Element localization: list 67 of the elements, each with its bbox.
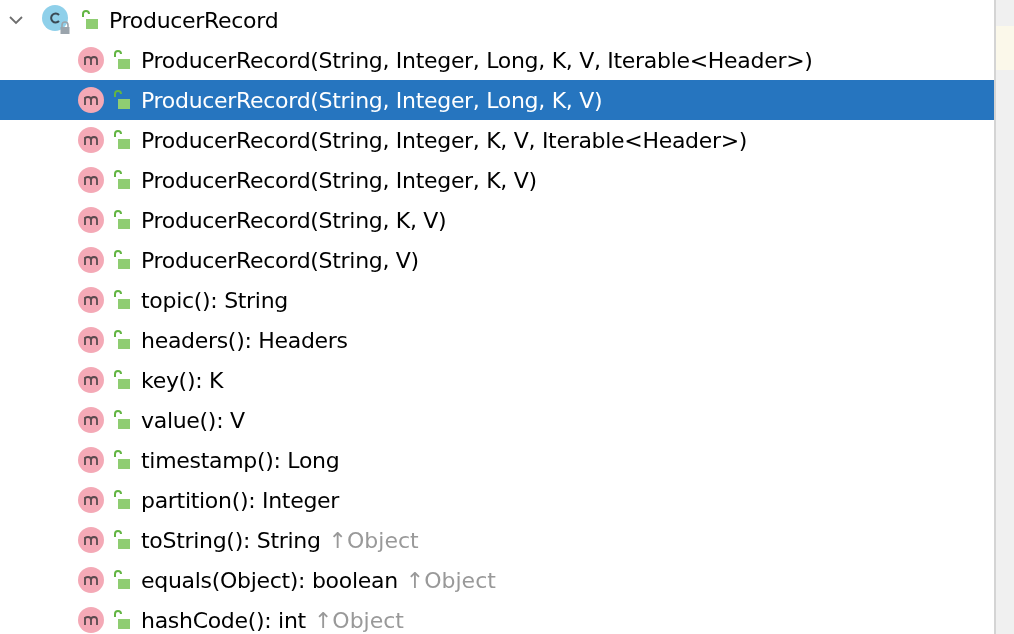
unlocked-icon <box>113 90 131 110</box>
method-icon <box>77 246 105 274</box>
method-icon <box>77 206 105 234</box>
unlocked-icon <box>81 10 99 30</box>
unlocked-icon <box>113 50 131 70</box>
method-icon <box>77 526 105 554</box>
tree-item[interactable]: timestamp(): Long <box>0 440 994 480</box>
method-signature: timestamp(): Long <box>141 447 340 473</box>
tree-item[interactable]: ProducerRecord(String, Integer, Long, K, V) <box>0 80 994 120</box>
method-signature: ProducerRecord(String, Integer, K, V) <box>141 167 537 193</box>
tree-item[interactable]: headers(): Headers <box>0 320 994 360</box>
method-icon <box>77 86 105 114</box>
unlocked-icon <box>113 570 131 590</box>
unlocked-icon <box>113 250 131 270</box>
method-signature: toString(): String <box>141 527 321 553</box>
tree-item[interactable]: equals(Object): boolean ↑Object <box>0 560 994 600</box>
tree-item[interactable]: ProducerRecord(String, Integer, K, V, Iterable<Header>) <box>0 120 994 160</box>
tree-node[interactable]: ProducerRecord <box>0 0 994 40</box>
method-signature: topic(): String <box>141 287 288 313</box>
method-signature: equals(Object): boolean <box>141 567 398 593</box>
tree-item[interactable]: ProducerRecord(String, K, V) <box>0 200 994 240</box>
method-signature: headers(): Headers <box>141 327 348 353</box>
method-icon <box>77 446 105 474</box>
unlocked-icon <box>113 530 131 550</box>
tree-item[interactable]: partition(): Integer <box>0 480 994 520</box>
tree-item[interactable]: key(): K <box>0 360 994 400</box>
unlocked-icon <box>113 130 131 150</box>
unlocked-icon <box>113 410 131 430</box>
class-icon <box>41 4 73 36</box>
tree-item[interactable]: topic(): String <box>0 280 994 320</box>
method-icon <box>77 326 105 354</box>
inherited-from: ↑Object <box>313 607 404 633</box>
method-signature: key(): K <box>141 367 224 393</box>
method-icon <box>77 46 105 74</box>
method-signature: ProducerRecord(String, Integer, Long, K, V, Iterable<Header>) <box>141 47 813 73</box>
method-icon <box>77 486 105 514</box>
method-icon <box>77 606 105 634</box>
method-icon <box>77 166 105 194</box>
method-icon <box>77 366 105 394</box>
unlocked-icon <box>113 370 131 390</box>
unlocked-icon <box>113 170 131 190</box>
unlocked-icon <box>113 610 131 630</box>
unlocked-icon <box>113 330 131 350</box>
method-icon <box>77 406 105 434</box>
tree-item[interactable]: value(): V <box>0 400 994 440</box>
inherited-from: ↑Object <box>405 567 496 593</box>
inherited-from: ↑Object <box>328 527 419 553</box>
method-icon <box>77 126 105 154</box>
method-icon <box>77 286 105 314</box>
method-signature: hashCode(): int <box>141 607 306 633</box>
method-signature: ProducerRecord(String, K, V) <box>141 207 447 233</box>
method-signature: ProducerRecord(String, Integer, Long, K, V) <box>141 87 603 113</box>
method-signature: ProducerRecord(String, Integer, K, V, Iterable<Header>) <box>141 127 748 153</box>
tree-item[interactable]: toString(): String ↑Object <box>0 520 994 560</box>
unlocked-icon <box>113 290 131 310</box>
tree-item[interactable]: hashCode(): int ↑Object <box>0 600 994 634</box>
method-signature: value(): V <box>141 407 245 433</box>
tree-item[interactable]: ProducerRecord(String, Integer, Long, K, V, Iterable<Header>) <box>0 40 994 80</box>
method-signature: partition(): Integer <box>141 487 340 513</box>
method-signature: ProducerRecord(String, V) <box>141 247 419 273</box>
unlocked-icon <box>113 210 131 230</box>
method-icon <box>77 566 105 594</box>
tree-item[interactable]: ProducerRecord(String, Integer, K, V) <box>0 160 994 200</box>
unlocked-icon <box>113 450 131 470</box>
tree-item[interactable]: ProducerRecord(String, V) <box>0 240 994 280</box>
unlocked-icon <box>113 490 131 510</box>
class-name: ProducerRecord <box>109 7 279 33</box>
